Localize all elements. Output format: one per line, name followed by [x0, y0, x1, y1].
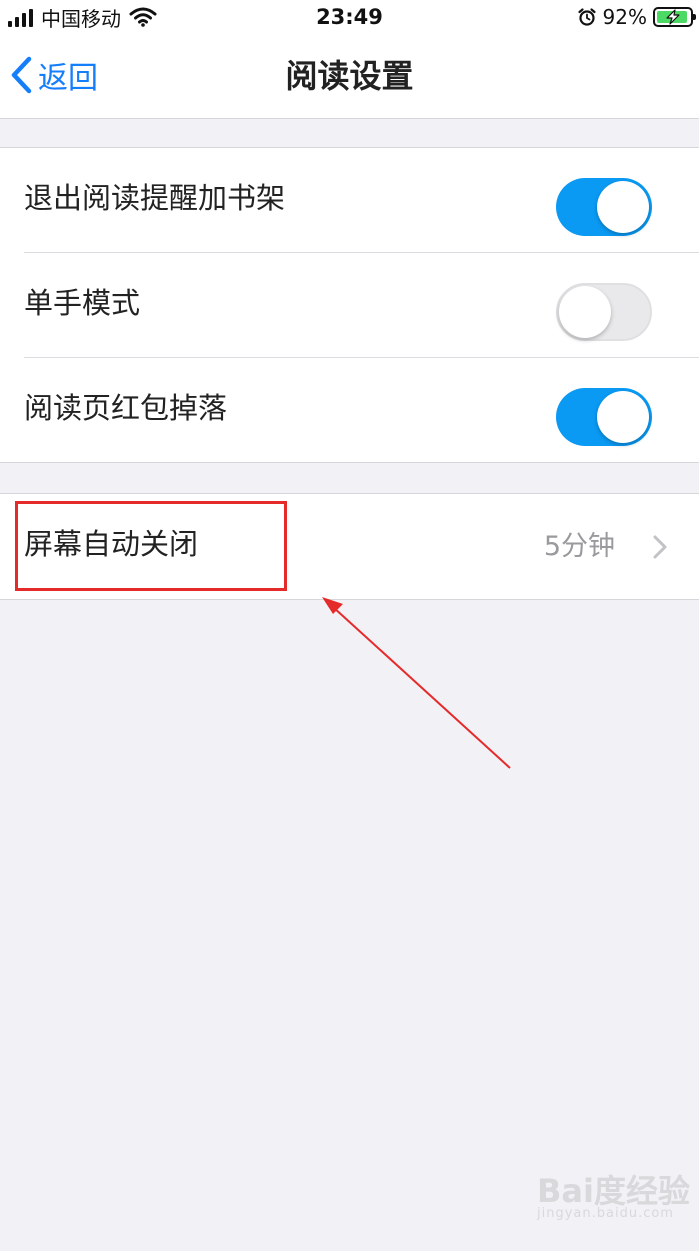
row-red-packet-drop: 阅读页红包掉落: [24, 357, 699, 462]
toggle-one-hand-mode[interactable]: [556, 283, 652, 341]
back-button[interactable]: 返回: [10, 52, 98, 98]
status-right: 92%: [577, 0, 696, 34]
status-bar: 中国移动 23:49 92%: [0, 0, 699, 34]
chevron-left-icon: [11, 56, 32, 94]
page-title: 阅读设置: [285, 57, 414, 95]
row-exit-reminder: 退出阅读提醒加书架: [0, 148, 699, 252]
settings-group-toggles: 退出阅读提醒加书架 单手模式 阅读页红包掉落: [0, 147, 699, 463]
watermark-sub: jingyan.baidu.com: [537, 1206, 674, 1221]
row-one-hand-mode: 单手模式: [24, 252, 699, 357]
toggle-knob: [559, 286, 611, 338]
row-value: 5分钟: [543, 531, 615, 562]
bolt-icon: [666, 9, 680, 25]
battery-cap: [693, 14, 696, 20]
chevron-right-icon: [653, 535, 667, 559]
battery-percent: 92%: [602, 5, 647, 29]
row-label: 退出阅读提醒加书架: [24, 181, 286, 215]
toggle-knob: [597, 181, 649, 233]
toggle-knob: [597, 391, 649, 443]
toggle-red-packet-drop[interactable]: [556, 388, 652, 446]
annotation-highlight-box: [15, 501, 287, 591]
row-label: 单手模式: [24, 286, 141, 320]
row-label: 阅读页红包掉落: [24, 391, 228, 425]
watermark-logo: Bai度经验 jingyan.baidu.com: [533, 1166, 690, 1222]
navigation-bar: 阅读设置 返回: [0, 34, 699, 119]
battery-charging-icon: [653, 7, 696, 27]
toggle-exit-reminder[interactable]: [556, 178, 652, 236]
back-label: 返回: [38, 61, 98, 96]
alarm-icon: [577, 8, 596, 26]
